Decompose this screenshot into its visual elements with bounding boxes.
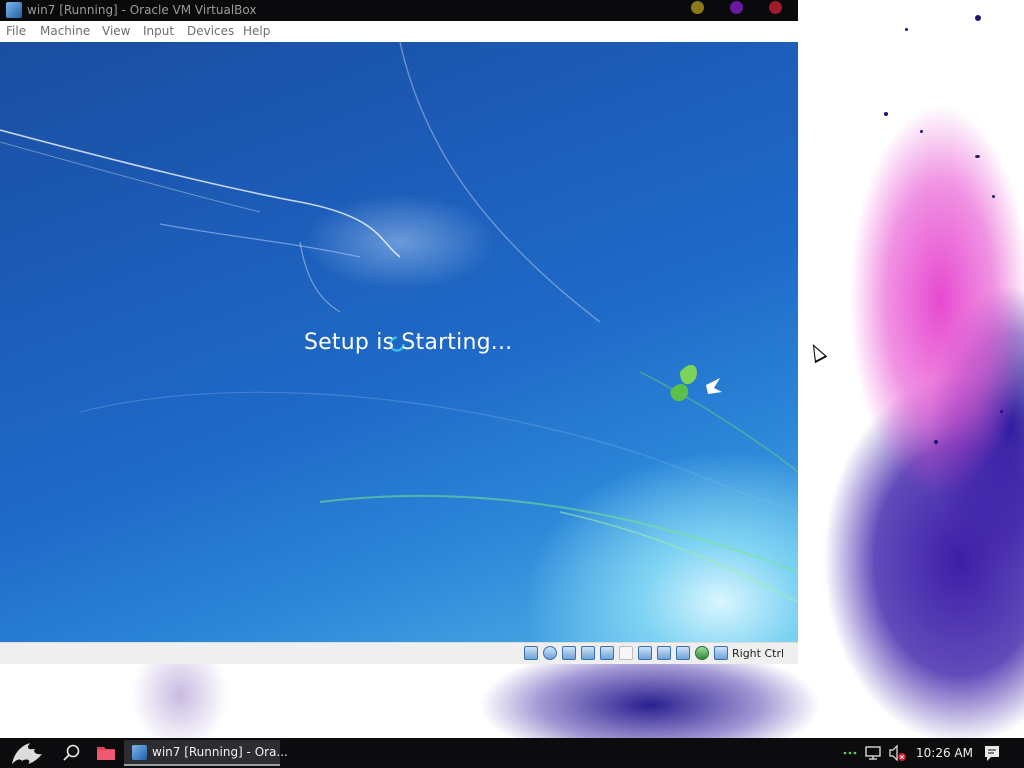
- usb-icon[interactable]: [600, 646, 614, 660]
- host-key-label: Right Ctrl: [732, 647, 785, 660]
- bird-icon: [706, 378, 722, 394]
- clock[interactable]: 10:26 AM: [916, 746, 973, 760]
- menu-file[interactable]: File: [6, 24, 26, 38]
- notifications-icon[interactable]: [982, 738, 1002, 768]
- optical-drive-icon[interactable]: [543, 646, 557, 660]
- vbox-titlebar[interactable]: win7 [Running] - Oracle VM VirtualBox: [0, 0, 798, 21]
- virtualbox-icon: [132, 745, 147, 760]
- close-button[interactable]: [769, 1, 782, 14]
- network-icon[interactable]: [581, 646, 595, 660]
- setup-status-text: Setup is Starting...: [304, 330, 513, 355]
- start-button[interactable]: [8, 740, 46, 767]
- display-icon[interactable]: [638, 646, 652, 660]
- menu-view[interactable]: View: [102, 24, 130, 38]
- maximize-button[interactable]: [730, 1, 743, 14]
- taskbar-item-label: win7 [Running] - Ora...: [152, 745, 288, 759]
- leaf-icon: [670, 364, 697, 402]
- mouse-integration-icon[interactable]: [695, 646, 709, 660]
- vbox-statusbar: Right Ctrl: [0, 642, 798, 664]
- file-explorer-icon[interactable]: [97, 745, 115, 760]
- overflow-dots-icon[interactable]: [842, 738, 858, 768]
- keyboard-icon[interactable]: [714, 646, 728, 660]
- network-disconnected-icon[interactable]: [864, 738, 884, 768]
- menu-input[interactable]: Input: [143, 24, 174, 38]
- video-capture-icon[interactable]: [657, 646, 671, 660]
- guest-display[interactable]: Setup is Starting...: [0, 42, 798, 642]
- search-icon[interactable]: [62, 743, 82, 763]
- minimize-button[interactable]: [691, 1, 704, 14]
- menu-machine[interactable]: Machine: [40, 24, 90, 38]
- window-title: win7 [Running] - Oracle VM VirtualBox: [27, 3, 257, 17]
- menu-help[interactable]: Help: [243, 24, 270, 38]
- vbox-menubar: File Machine View Input Devices Help: [0, 21, 798, 43]
- taskbar-item-virtualbox[interactable]: win7 [Running] - Ora...: [124, 740, 288, 766]
- audio-icon[interactable]: [562, 646, 576, 660]
- shared-folders-icon[interactable]: [619, 646, 633, 660]
- cpu-icon[interactable]: [676, 646, 690, 660]
- volume-muted-icon[interactable]: [888, 738, 908, 768]
- virtualbox-icon: [6, 2, 22, 18]
- hard-disk-icon[interactable]: [524, 646, 538, 660]
- menu-devices[interactable]: Devices: [187, 24, 234, 38]
- taskbar: win7 [Running] - Ora... 10:26 AM: [0, 738, 1024, 768]
